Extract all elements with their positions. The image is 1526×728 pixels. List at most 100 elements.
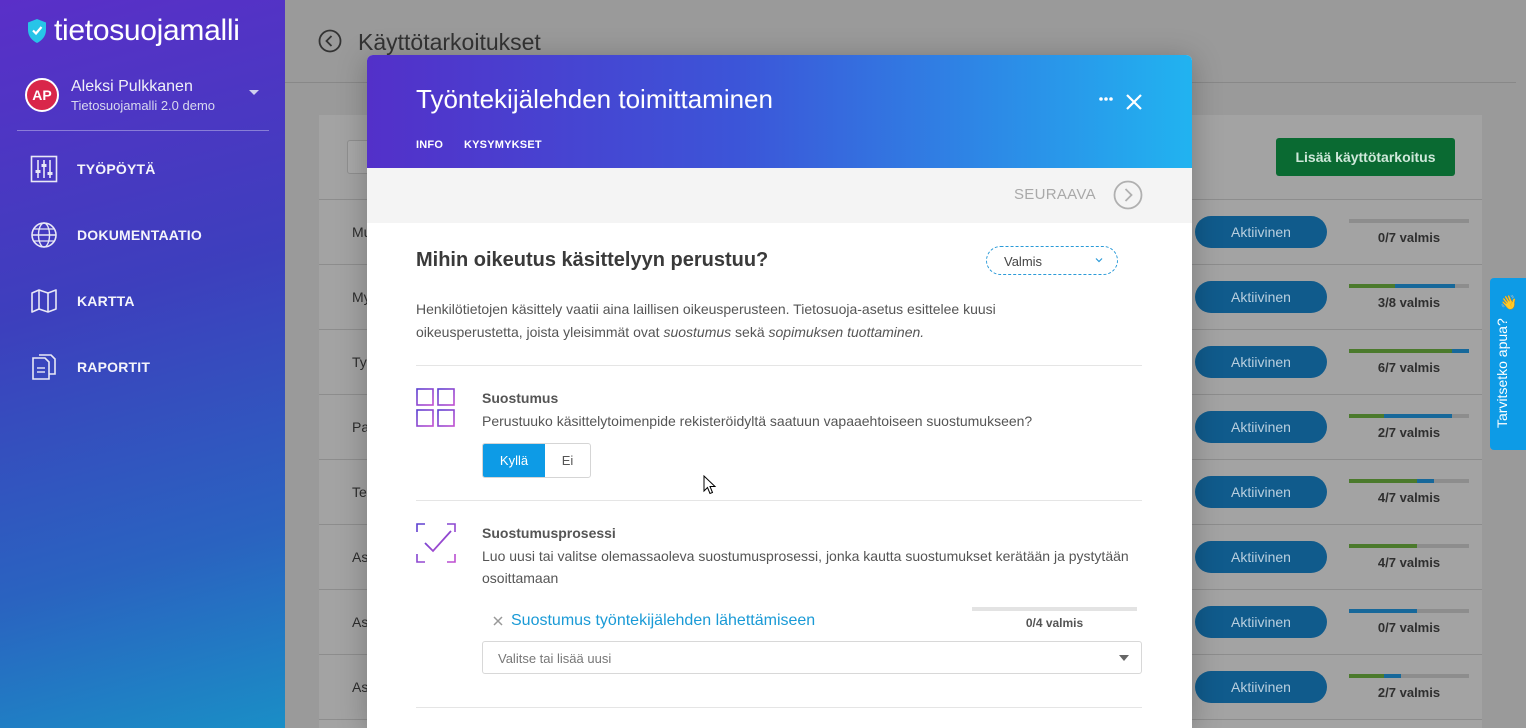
no-button[interactable]: Ei bbox=[545, 444, 590, 477]
status-badge[interactable]: Aktiivinen bbox=[1195, 671, 1327, 703]
progress-bar bbox=[1349, 674, 1469, 678]
progress-count: 6/7 valmis bbox=[1377, 360, 1441, 375]
more-options-icon[interactable] bbox=[1098, 95, 1114, 103]
chevron-right-circle-icon[interactable] bbox=[1113, 180, 1143, 210]
consent-process-link[interactable]: Suostumus työntekijälehden lähettämiseen bbox=[511, 612, 815, 630]
help-tab-label: Tarvitsetko apua? bbox=[1494, 318, 1510, 428]
status-value: Valmis bbox=[1004, 254, 1043, 269]
status-badge[interactable]: Aktiivinen bbox=[1195, 606, 1327, 638]
status-select[interactable]: Valmis bbox=[986, 246, 1118, 275]
avatar: AP bbox=[25, 78, 59, 112]
nav-item-kartta[interactable]: KARTTA bbox=[30, 287, 135, 315]
progress-fill-green bbox=[1349, 479, 1418, 483]
mouse-cursor-icon bbox=[703, 475, 717, 495]
reports-icon bbox=[32, 354, 56, 380]
row-name: As bbox=[352, 679, 369, 695]
progress-fill-blue bbox=[1452, 349, 1469, 353]
progress-fill-blue bbox=[1417, 479, 1435, 483]
nav-item-raportit[interactable]: RAPORTIT bbox=[30, 353, 150, 381]
progress-bar bbox=[1349, 479, 1469, 483]
question-description: Henkilötietojen käsittely vaatii aina la… bbox=[416, 298, 1096, 344]
tab-info[interactable]: INFO bbox=[416, 139, 443, 151]
consent-progress-bar bbox=[972, 607, 1137, 611]
progress-bar bbox=[1349, 544, 1469, 548]
add-purpose-button[interactable]: Lisää käyttötarkoitus bbox=[1276, 138, 1455, 176]
grid-icon bbox=[416, 388, 455, 427]
app-logo[interactable]: tietosuojamalli bbox=[26, 14, 240, 48]
purpose-modal: Työntekijälehden toimittaminen INFO KYSY… bbox=[367, 55, 1192, 728]
divider bbox=[416, 365, 1142, 366]
divider bbox=[416, 500, 1142, 501]
question-title: Mihin oikeutus käsittelyyn perustuu? bbox=[416, 249, 769, 271]
progress-fill-blue bbox=[1383, 414, 1453, 418]
progress-fill-green bbox=[1349, 284, 1395, 288]
progress-bar bbox=[1349, 609, 1469, 613]
user-org: Tietosuojamalli 2.0 demo bbox=[71, 97, 216, 113]
progress-bar bbox=[1349, 349, 1469, 353]
remove-icon[interactable] bbox=[493, 616, 503, 626]
caret-down-icon bbox=[1119, 655, 1129, 661]
progress-count: 4/7 valmis bbox=[1377, 490, 1441, 505]
row-name: As bbox=[352, 614, 369, 630]
status-badge[interactable]: Aktiivinen bbox=[1195, 476, 1327, 508]
close-icon[interactable] bbox=[1125, 93, 1143, 111]
sliders-icon bbox=[30, 155, 58, 183]
waving-hand-icon: 👋 bbox=[1500, 294, 1518, 310]
yes-no-toggle: Kyllä Ei bbox=[482, 443, 591, 478]
progress-fill-green bbox=[1349, 349, 1453, 353]
help-tab[interactable]: 👋 Tarvitsetko apua? bbox=[1490, 278, 1526, 450]
description-emphasis: sopimuksen tuottaminen. bbox=[768, 324, 925, 340]
section-title: Suostumusprosessi bbox=[482, 525, 616, 541]
status-badge[interactable]: Aktiivinen bbox=[1195, 346, 1327, 378]
row-name: Ty bbox=[352, 354, 367, 370]
tab-kysymykset[interactable]: KYSYMYKSET bbox=[464, 139, 542, 151]
checkbox-check-icon bbox=[416, 523, 456, 563]
progress-fill-blue bbox=[1394, 284, 1455, 288]
sidebar: tietosuojamalli AP Aleksi Pulkkanen Tiet… bbox=[0, 0, 285, 728]
section-title: Suostumus bbox=[482, 390, 559, 406]
nav-label: RAPORTIT bbox=[77, 359, 151, 375]
progress-count: 4/7 valmis bbox=[1377, 555, 1441, 570]
progress-count: 2/7 valmis bbox=[1377, 685, 1441, 700]
nav-item-dokumentaatio[interactable]: DOKUMENTAATIO bbox=[30, 221, 202, 249]
section-text: Luo uusi tai valitse olemassaoleva suost… bbox=[482, 548, 1129, 586]
nav-item-tyopoyta[interactable]: TYÖPÖYTÄ bbox=[30, 155, 156, 183]
progress-fill-blue bbox=[1349, 609, 1418, 613]
page-title: Käyttötarkoitukset bbox=[358, 29, 541, 55]
linked-consent-process: Suostumus työntekijälehden lähettämiseen bbox=[493, 612, 815, 630]
modal-header: Työntekijälehden toimittaminen INFO KYSY… bbox=[367, 55, 1192, 168]
section-text: Perustuuko käsittelytoimenpide rekisterö… bbox=[482, 413, 1033, 429]
nav-label: KARTTA bbox=[77, 293, 135, 309]
row-name: Te bbox=[352, 484, 367, 500]
shield-logo-icon bbox=[28, 19, 46, 43]
status-badge[interactable]: Aktiivinen bbox=[1195, 281, 1327, 313]
progress-fill-green bbox=[1349, 544, 1418, 548]
map-icon bbox=[31, 289, 57, 313]
nav-label: DOKUMENTAATIO bbox=[77, 227, 202, 243]
description-emphasis: suostumus bbox=[663, 324, 732, 340]
status-badge[interactable]: Aktiivinen bbox=[1195, 541, 1327, 573]
logo-text: tietosuojamalli bbox=[54, 14, 240, 47]
select-placeholder: Valitse tai lisää uusi bbox=[498, 651, 612, 666]
status-badge[interactable]: Aktiivinen bbox=[1195, 411, 1327, 443]
next-button[interactable]: SEURAAVA bbox=[1014, 186, 1096, 203]
status-badge[interactable]: Aktiivinen bbox=[1195, 216, 1327, 248]
progress-count: 0/7 valmis bbox=[1377, 620, 1441, 635]
user-menu[interactable]: AP Aleksi Pulkkanen Tietosuojamalli 2.0 … bbox=[25, 75, 265, 115]
divider bbox=[416, 707, 1142, 708]
consent-process-select[interactable]: Valitse tai lisää uusi bbox=[482, 641, 1142, 674]
progress-fill-blue bbox=[1383, 674, 1401, 678]
caret-down-icon bbox=[249, 90, 259, 95]
yes-button[interactable]: Kyllä bbox=[483, 444, 545, 477]
consent-progress-count: 0/4 valmis bbox=[1025, 616, 1084, 630]
progress-count: 0/7 valmis bbox=[1377, 230, 1441, 245]
back-arrow-icon[interactable] bbox=[318, 29, 342, 53]
modal-nav-bar: SEURAAVA bbox=[367, 168, 1192, 223]
nav-label: TYÖPÖYTÄ bbox=[77, 161, 156, 177]
progress-bar bbox=[1349, 284, 1469, 288]
progress-count: 2/7 valmis bbox=[1377, 425, 1441, 440]
description-text: sekä bbox=[731, 324, 769, 340]
row-name: As bbox=[352, 549, 369, 565]
progress-fill-green bbox=[1349, 674, 1384, 678]
modal-title: Työntekijälehden toimittaminen bbox=[416, 84, 773, 114]
